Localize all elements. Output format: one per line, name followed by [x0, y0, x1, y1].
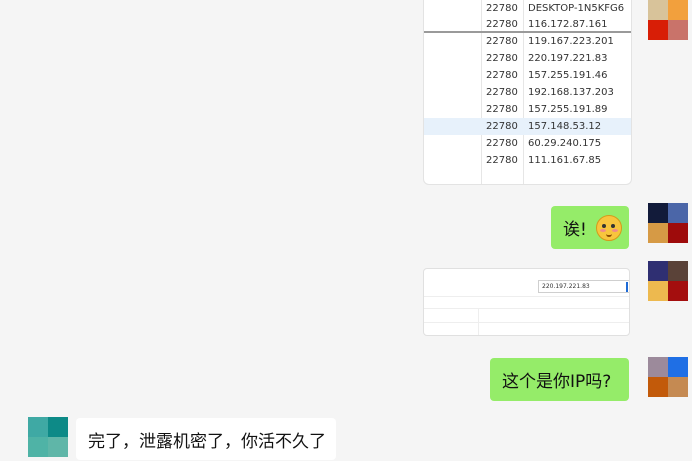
- address-cell: 116.172.87.161: [528, 19, 608, 30]
- table-row: 22780 157.255.191.46: [424, 67, 631, 84]
- table-row: 22780 192.168.137.203: [424, 84, 631, 101]
- sent-message-bubble[interactable]: 诶!: [551, 206, 629, 249]
- address-cell: 157.255.191.46: [528, 70, 608, 81]
- avatar-tile: [668, 223, 688, 243]
- port-cell: 22780: [486, 87, 518, 98]
- avatar-tile: [668, 261, 688, 281]
- avatar[interactable]: [28, 417, 68, 457]
- port-cell: 22780: [486, 19, 518, 30]
- avatar-tile: [668, 203, 688, 223]
- avatar-tile: [648, 377, 668, 397]
- avatar-tile: [668, 281, 688, 301]
- avatar-tile: [648, 281, 668, 301]
- avatar[interactable]: [648, 357, 688, 397]
- blushing-emoji-icon: [595, 214, 622, 241]
- avatar[interactable]: [648, 0, 688, 40]
- avatar-tile: [28, 437, 48, 457]
- avatar-tile: [648, 0, 668, 20]
- table-row: 22780 111.161.67.85: [424, 152, 631, 169]
- avatar-tile: [648, 203, 668, 223]
- port-cell: 22780: [486, 53, 518, 64]
- address-cell: DESKTOP-1N5KFG6: [528, 3, 625, 14]
- avatar-tile: [648, 357, 668, 377]
- table-row-highlighted: 22780 157.148.53.12: [424, 118, 631, 135]
- port-cell: 22780: [486, 104, 518, 115]
- address-cell: 111.161.67.85: [528, 155, 602, 166]
- shared-image-form[interactable]: 220.197.221.83: [423, 268, 630, 336]
- sent-message-bubble[interactable]: 这个是你IP吗?: [490, 358, 629, 401]
- ip-value: 220.197.221.83: [542, 283, 590, 290]
- table-row: 22780 157.255.191.89: [424, 101, 631, 118]
- port-cell: 22780: [486, 3, 518, 14]
- port-cell: 22780: [486, 36, 518, 47]
- address-cell: 60.29.240.175: [528, 138, 602, 149]
- avatar[interactable]: [648, 261, 688, 301]
- address-cell: 157.148.53.12: [528, 121, 602, 132]
- avatar-tile: [668, 377, 688, 397]
- address-cell: 119.167.223.201: [528, 36, 614, 47]
- port-cell: 22780: [486, 155, 518, 166]
- port-cell: 22780: [486, 70, 518, 81]
- avatar-tile: [48, 417, 68, 437]
- ip-input-field: 220.197.221.83: [538, 280, 629, 293]
- address-cell: 192.168.137.203: [528, 87, 614, 98]
- avatar-tile: [668, 20, 688, 40]
- avatar-tile: [28, 417, 48, 437]
- avatar-tile: [648, 223, 668, 243]
- avatar-tile: [48, 437, 68, 457]
- message-text: 这个是你IP吗?: [502, 372, 612, 392]
- port-cell: 22780: [486, 138, 518, 149]
- avatar-tile: [668, 357, 688, 377]
- table-row: 22780 220.197.221.83: [424, 50, 631, 67]
- address-cell: 220.197.221.83: [528, 53, 608, 64]
- received-message-bubble[interactable]: 完了，泄露机密了，你活不久了: [76, 418, 336, 460]
- table-row: 22780 60.29.240.175: [424, 135, 631, 152]
- table-row: 22780 DESKTOP-1N5KFG6: [424, 0, 631, 17]
- table-row: 22780 119.167.223.201: [424, 33, 631, 50]
- avatar-tile: [668, 0, 688, 20]
- avatar-tile: [648, 20, 668, 40]
- port-cell: 22780: [486, 121, 518, 132]
- message-text: 完了，泄露机密了，你活不久了: [88, 431, 326, 452]
- shared-image-table[interactable]: 22780 DESKTOP-1N5KFG6 22780 116.172.87.1…: [423, 0, 632, 185]
- message-text: 诶!: [563, 220, 587, 240]
- address-cell: 157.255.191.89: [528, 104, 608, 115]
- avatar-tile: [648, 261, 668, 281]
- table-row: 22780 116.172.87.161: [424, 16, 631, 33]
- avatar[interactable]: [648, 203, 688, 243]
